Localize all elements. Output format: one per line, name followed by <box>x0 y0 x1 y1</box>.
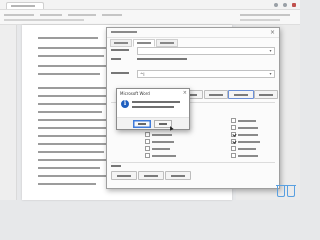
message-text-line <box>132 106 174 108</box>
document-tab[interactable] <box>6 2 44 9</box>
mouse-cursor-icon <box>168 125 174 131</box>
chevron-down-icon[interactable]: ▾ <box>268 48 273 54</box>
special-button[interactable] <box>138 171 164 180</box>
find-next-button[interactable] <box>254 90 278 99</box>
replace-input[interactable]: ^l ▾ <box>137 70 275 78</box>
option-row[interactable] <box>231 132 258 137</box>
dialog-title-bar: × <box>107 28 279 38</box>
goto-tab[interactable] <box>156 39 178 47</box>
option-row[interactable] <box>231 146 256 151</box>
chevron-down-icon[interactable]: ▾ <box>268 71 273 77</box>
dialog-tabs <box>110 39 178 47</box>
replace-value: ^l <box>140 71 145 77</box>
window-controls <box>274 1 296 8</box>
option-row[interactable] <box>145 146 170 151</box>
find-tab[interactable] <box>110 39 132 47</box>
option-row[interactable] <box>145 132 172 137</box>
option-row[interactable] <box>231 125 258 130</box>
option-row[interactable] <box>231 153 258 158</box>
message-text-line <box>132 101 180 103</box>
checkbox[interactable] <box>145 153 150 158</box>
navigation-pane <box>0 25 17 200</box>
word-message-box: Microsoft Word × i <box>116 88 190 131</box>
watermark-logo <box>276 184 296 197</box>
ribbon-toolbar <box>0 10 300 25</box>
checkbox[interactable] <box>231 132 236 137</box>
dialog-title <box>111 30 137 34</box>
message-box-close-icon[interactable]: × <box>183 90 187 96</box>
info-icon: i <box>121 100 129 108</box>
option-row[interactable] <box>145 139 174 144</box>
checkbox[interactable] <box>231 118 236 123</box>
checkbox[interactable] <box>145 132 150 137</box>
title-bar <box>0 0 300 10</box>
option-row[interactable] <box>145 153 176 158</box>
message-box-footer <box>117 117 189 131</box>
ok-button[interactable] <box>133 120 151 128</box>
replace-button[interactable] <box>204 90 228 99</box>
find-input[interactable]: ▾ <box>137 47 275 55</box>
option-row[interactable] <box>231 139 260 144</box>
replace-all-button[interactable] <box>228 90 254 99</box>
format-button[interactable] <box>111 171 137 180</box>
checkbox[interactable] <box>231 139 236 144</box>
dialog-close-icon[interactable]: × <box>269 29 276 36</box>
maximize-icon[interactable] <box>283 2 287 7</box>
checkbox[interactable] <box>231 153 236 158</box>
minimize-icon[interactable] <box>274 2 278 7</box>
replace-tab[interactable] <box>133 39 155 47</box>
cancel-button[interactable] <box>154 120 174 131</box>
checkbox[interactable] <box>145 139 150 144</box>
close-icon[interactable] <box>292 2 296 7</box>
checkbox[interactable] <box>231 125 236 130</box>
message-box-title: Microsoft Word <box>120 90 150 96</box>
checkbox[interactable] <box>231 146 236 151</box>
checkbox[interactable] <box>145 146 150 151</box>
option-row[interactable] <box>231 118 256 123</box>
no-formatting-button[interactable] <box>165 171 191 180</box>
